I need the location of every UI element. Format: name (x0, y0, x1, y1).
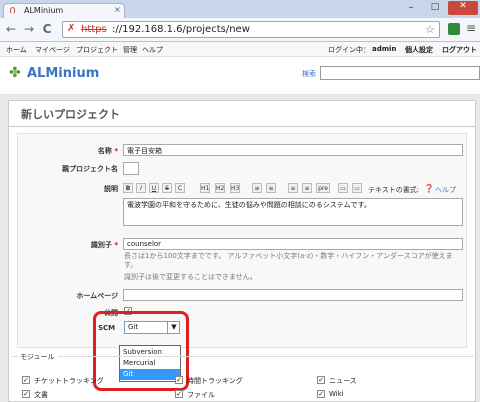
browser-toolbar: ← → C ✗ https ://192.168.1.6/projects/ne… (0, 18, 480, 42)
clover-logo-icon: ✤ (9, 65, 21, 81)
top-menu-my-page[interactable]: マイページ (35, 45, 70, 55)
help-icon[interactable]: ❓ (424, 184, 434, 193)
module-label-files: ファイル (187, 391, 215, 399)
back-icon[interactable]: ← (4, 22, 18, 36)
code-button[interactable]: C (175, 183, 185, 193)
header: ✤ ALMinium 検索 (0, 57, 480, 95)
top-menu-admin[interactable]: 管理 (123, 45, 137, 55)
bold-button[interactable]: B (123, 183, 133, 193)
homepage-field[interactable] (123, 289, 463, 301)
module-checkbox-files[interactable]: ✓ (175, 390, 183, 398)
top-menu-home[interactable]: ホーム (6, 45, 27, 55)
top-menu-projects[interactable]: プロジェクト (76, 45, 118, 55)
module-checkbox-wiki[interactable]: ✓ (317, 390, 325, 398)
h3-button[interactable]: H3 (230, 183, 240, 193)
insecure-icon: ✗ (67, 23, 76, 34)
redmine-logo-icon: ∩ (9, 5, 17, 16)
reload-icon[interactable]: C (40, 22, 54, 36)
unquote-button[interactable]: ≡ (302, 183, 312, 193)
description-textarea[interactable]: 電波学園の平和を守るために、生徒の悩みや問題の相談にのるシステムです。 (123, 198, 463, 226)
module-label-time-tracking: 時間トラッキング (187, 377, 243, 385)
module-label-documents: 文書 (34, 391, 48, 399)
address-url: ://192.168.1.6/projects/new (112, 24, 250, 35)
module-checkbox-news[interactable]: ✓ (317, 376, 325, 384)
pre-button[interactable]: pre (316, 183, 330, 193)
quote-button[interactable]: ≡ (288, 183, 298, 193)
unordered-list-button[interactable]: ≡ (252, 183, 262, 193)
module-checkbox-issue-tracking[interactable]: ✓ (22, 376, 30, 384)
name-label: 名称 * (97, 147, 118, 155)
strike-button[interactable]: S (162, 183, 172, 193)
top-menu: ホーム マイページ プロジェクト 管理 ヘルプ ログイン中： admin 個人設… (0, 42, 480, 57)
module-label-issue-tracking: チケットトラッキング (34, 377, 104, 385)
logged-in-user[interactable]: admin (372, 45, 396, 53)
maximize-button[interactable]: □ (424, 2, 446, 14)
modules-fieldset-border (12, 356, 18, 357)
text-format-label: テキストの書式: (368, 186, 420, 194)
app-logo-text[interactable]: ALMinium (27, 66, 99, 81)
identifier-hint: 長さは1から100文字までです。 アルファベット小文字(a-z)・数字・ハイフン… (124, 252, 453, 269)
h2-button[interactable]: H2 (215, 183, 225, 193)
identifier-hint-immutable: 識別子は後で変更することはできません。 (124, 273, 257, 281)
module-label-wiki: Wiki (329, 390, 344, 398)
address-scheme: https (81, 24, 107, 35)
address-bar[interactable]: ✗ https ://192.168.1.6/projects/new ☆ (62, 21, 440, 38)
browser-tab[interactable]: ∩ ALMinium × (3, 3, 125, 18)
text-format-help-link[interactable]: ヘルプ (435, 185, 456, 195)
tab-title: ALMinium (24, 6, 64, 15)
description-label: 説明 (104, 185, 118, 193)
identifier-label: 識別子 * (90, 241, 118, 249)
logged-in-label: ログイン中： (328, 46, 370, 54)
h1-button[interactable]: H1 (200, 183, 210, 193)
ordered-list-button[interactable]: ≡ (266, 183, 276, 193)
window-close-button[interactable]: ✕ (448, 1, 478, 15)
parent-project-label: 親プロジェクト名 (62, 165, 118, 173)
bookmark-star-icon[interactable]: ☆ (425, 23, 435, 36)
italic-button[interactable]: I (136, 183, 146, 193)
browser-menu-icon[interactable]: ≡ (466, 21, 476, 35)
extension-icon[interactable] (448, 23, 460, 35)
modules-legend: モジュール (20, 353, 55, 361)
parent-project-select[interactable] (123, 162, 139, 175)
module-checkbox-time-tracking[interactable]: ✓ (175, 376, 183, 384)
identifier-field[interactable]: counselor (123, 238, 463, 250)
name-field[interactable]: 電子目安箱 (123, 144, 463, 156)
title-divider (9, 126, 475, 127)
underline-button[interactable]: U (149, 183, 159, 193)
minimize-button[interactable]: – (400, 2, 422, 14)
homepage-label: ホームページ (76, 292, 118, 300)
tab-close-icon[interactable]: × (114, 5, 121, 14)
forward-icon[interactable]: → (22, 22, 36, 36)
module-checkbox-documents[interactable]: ✓ (22, 390, 30, 398)
link-button[interactable]: ▭ (338, 183, 348, 193)
search-label[interactable]: 検索 (302, 69, 316, 79)
browser-tab-bar: ∩ ALMinium × – □ ✕ (0, 0, 480, 18)
logout-link[interactable]: ログアウト (442, 45, 477, 55)
modules-fieldset-border-right (58, 356, 474, 357)
module-label-news: ニュース (329, 377, 357, 385)
top-menu-help[interactable]: ヘルプ (142, 45, 163, 55)
search-input[interactable] (320, 66, 480, 80)
page-title: 新しいプロジェクト (21, 108, 120, 121)
image-button[interactable]: ▭ (352, 183, 362, 193)
my-account-link[interactable]: 個人設定 (405, 45, 433, 55)
